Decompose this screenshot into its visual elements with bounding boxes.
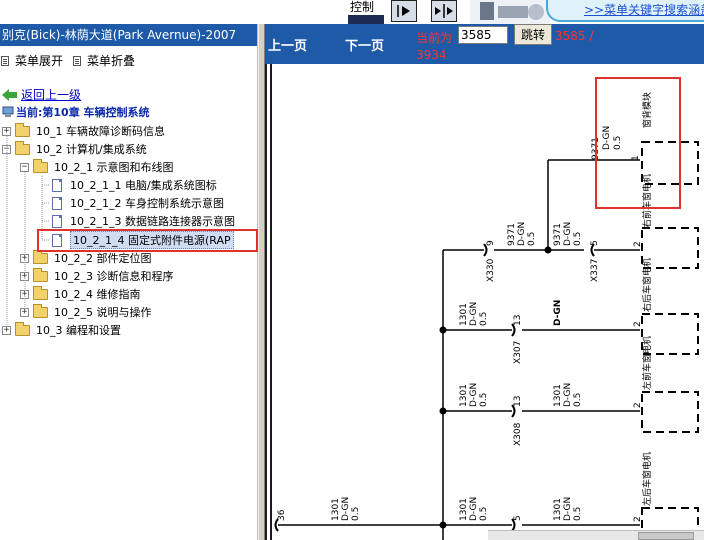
- top-toolbar: 控制 >>菜单关键字搜索涵盖: [0, 0, 704, 24]
- wire-size-label: 0.5: [573, 507, 583, 521]
- wire-color-label: D-GN: [563, 222, 573, 246]
- wire-color-label: D-GN: [563, 383, 573, 407]
- wire-size-label: 0.5: [573, 393, 583, 407]
- connector-label: X308: [513, 422, 523, 446]
- lf-window-motor-box: [641, 391, 699, 433]
- splice-dot: [544, 246, 552, 254]
- panel-splitter[interactable]: [258, 24, 265, 540]
- keyword-search-link[interactable]: >>菜单关键字搜索涵盖: [546, 0, 704, 22]
- pin-label: 2: [633, 402, 643, 408]
- pin-label: 2: [633, 321, 643, 327]
- current-page-label: 当前为: [416, 31, 453, 45]
- left-nav-panel: 别克(Bick)-林荫大道(Park Avernue)-2007 菜单展开 菜单…: [0, 24, 258, 540]
- horizontal-scrollbar[interactable]: [488, 530, 704, 540]
- page-nav-bar: 上一页 下一页 当前为 跳转 3585 / 3934: [265, 24, 704, 64]
- wire-id-label: 1301: [553, 498, 563, 521]
- wire-color-label: D-GN: [469, 302, 479, 326]
- wire-color-label: D-GN: [563, 497, 573, 521]
- splice-dot: [439, 521, 447, 529]
- wire-id-label: 9371: [553, 223, 563, 246]
- wire-id-label: 1301: [459, 498, 469, 521]
- wire-size-label: 0.5: [479, 312, 489, 326]
- pin-label: 13: [513, 315, 523, 326]
- wire-id-label: 1301: [331, 498, 341, 521]
- wire-size-label: 0.5: [613, 136, 623, 150]
- rr-motor-label: 右后车窗电机: [641, 258, 653, 312]
- pin-label: 2: [633, 516, 643, 522]
- page-total: 3934: [416, 48, 447, 62]
- split-view-button[interactable]: [431, 0, 457, 22]
- wire-color-label: D-GN: [469, 497, 479, 521]
- tree-connectors: [6, 136, 50, 329]
- next-page-button[interactable]: 下一页: [345, 35, 384, 54]
- wire-color-label: D-GN: [517, 222, 527, 246]
- wire-id-label: 9371: [507, 223, 517, 246]
- pin-label: 5: [513, 515, 523, 521]
- step-forward-icon: [397, 5, 410, 17]
- page-status: 3585 /: [555, 29, 594, 43]
- lf-motor-label: 左前车窗电机: [641, 336, 653, 390]
- wire-id-label: 1301: [459, 384, 469, 407]
- pin-label: 36: [277, 509, 287, 521]
- page-number-input[interactable]: [458, 26, 508, 44]
- wire-color-label: D-GN: [341, 497, 351, 521]
- wire-color-label: D-GN: [602, 126, 612, 150]
- pin-label: 1: [631, 155, 641, 161]
- wire-size-label: 0.5: [527, 232, 537, 246]
- control-underline: [348, 15, 384, 24]
- scrollbar-thumb[interactable]: [638, 532, 694, 540]
- wiring-schematic: 窗背模块 D-GN 0.5 9371 1 右前车窗电机 右后车窗电机 左前车窗电…: [265, 64, 704, 540]
- top-module-label: 窗背模块: [641, 92, 653, 128]
- wire-color-label: D-GN: [553, 300, 563, 326]
- pin-label: 5: [590, 240, 600, 246]
- prev-page-button[interactable]: 上一页: [268, 35, 307, 54]
- wire-color-label: D-GN: [469, 383, 479, 407]
- wire-id-label: 1301: [553, 384, 563, 407]
- step-forward-button[interactable]: [391, 0, 417, 22]
- control-label: 控制: [350, 0, 375, 14]
- connector-label: X307: [513, 341, 523, 364]
- wire-size-label: 0.5: [479, 393, 489, 407]
- connector-label: X330: [486, 258, 496, 282]
- connector-label: X337: [590, 259, 600, 282]
- split-arrows-icon: [435, 4, 453, 18]
- banner-graphic: [470, 0, 550, 24]
- splice-dot: [439, 407, 447, 415]
- go-to-page-button[interactable]: 跳转: [514, 24, 552, 45]
- wire-id-label: 1301: [459, 303, 469, 326]
- wire-size-label: 0.5: [573, 232, 583, 246]
- pin-label: 9: [486, 240, 496, 246]
- wire-size-label: 0.5: [351, 507, 361, 521]
- rf-motor-label: 右前车窗电机: [641, 174, 653, 228]
- wire-size-label: 0.5: [479, 507, 489, 521]
- pin-label: 13: [513, 396, 523, 407]
- pin-label: 2: [633, 241, 643, 247]
- splice-dot: [439, 326, 447, 334]
- lr-motor-label: 左后车窗电机: [641, 452, 653, 506]
- highlight-box-selected-item: [37, 229, 258, 252]
